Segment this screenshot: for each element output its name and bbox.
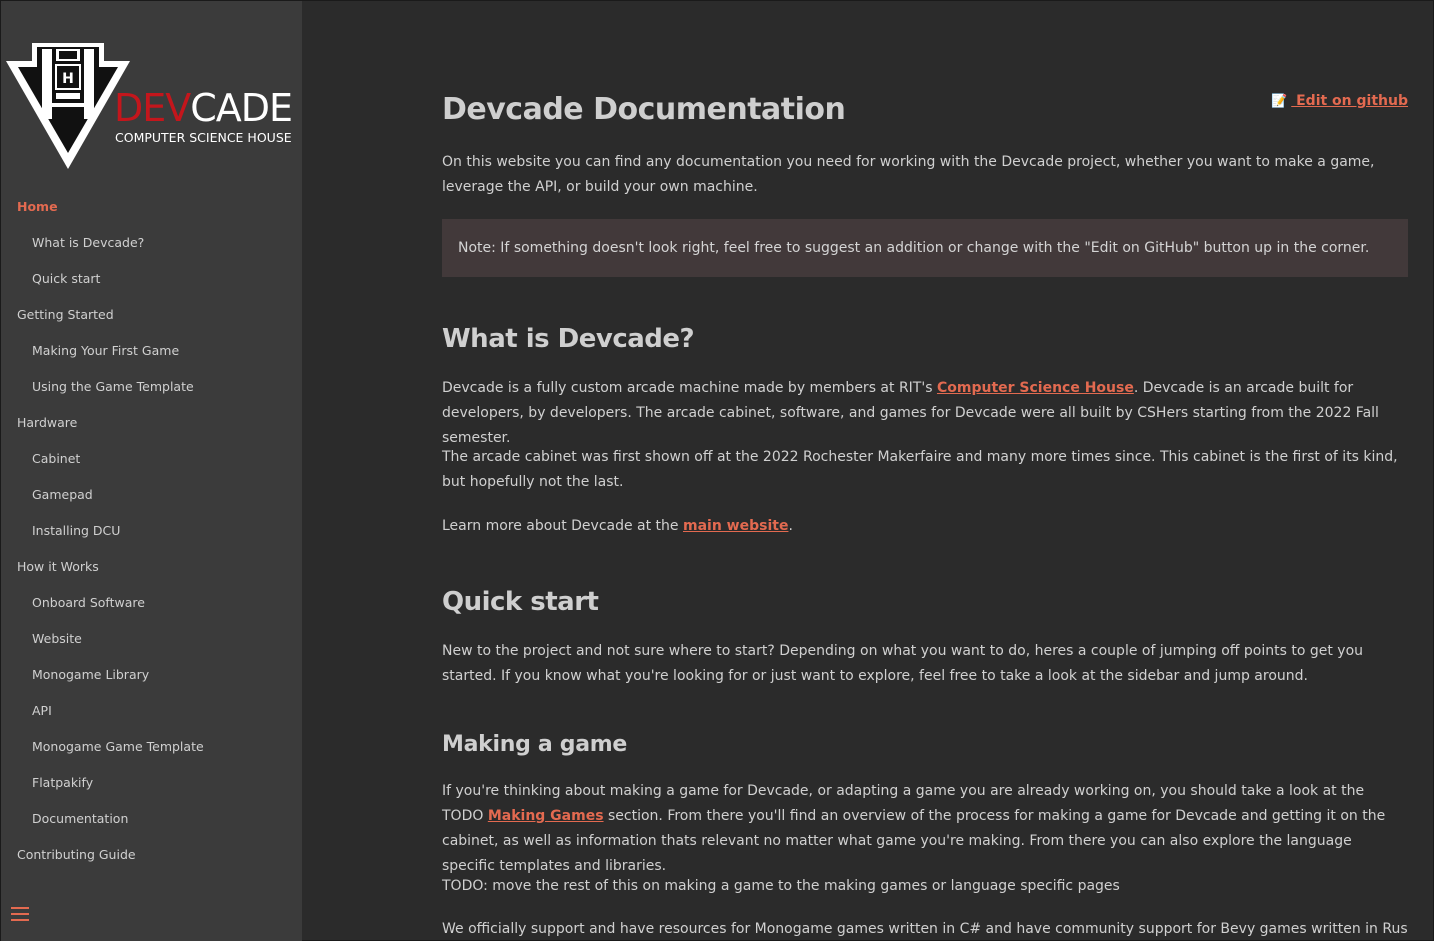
pencil-memo-icon: 📝 xyxy=(1271,94,1288,109)
sidebar-item-documentation[interactable]: Documentation xyxy=(1,801,302,837)
making-game-paragraph-1: If you're thinking about making a game f… xyxy=(442,783,1386,874)
sidebar-item-using-the-game-template[interactable]: Using the Game Template xyxy=(1,369,302,405)
sidebar-item-how-it-works[interactable]: How it Works xyxy=(1,549,302,585)
sidebar-item-installing-dcu[interactable]: Installing DCU xyxy=(1,513,302,549)
what-is-paragraph-3: Learn more about Devcade at the main web… xyxy=(442,518,793,534)
emblem-letter: H xyxy=(62,71,74,87)
devcade-logo[interactable]: H DEVCADE COMPUTER SCIENCE HOUSE xyxy=(4,41,299,173)
sidebar-item-making-your-first-game[interactable]: Making Your First Game xyxy=(1,333,302,369)
sidebar-item-home[interactable]: Home xyxy=(1,189,302,225)
hamburger-icon[interactable] xyxy=(11,906,29,922)
heading-quick-start: Quick start xyxy=(442,587,599,617)
what-is-paragraph-2: The arcade cabinet was first shown off a… xyxy=(442,449,1398,490)
computer-science-house-link[interactable]: Computer Science House xyxy=(937,380,1134,396)
sidebar-item-cabinet[interactable]: Cabinet xyxy=(1,441,302,477)
making-game-paragraph-2: TODO: move the rest of this on making a … xyxy=(442,878,1120,894)
heading-what-is-devcade: What is Devcade? xyxy=(442,324,695,354)
sidebar-item-flatpakify[interactable]: Flatpakify xyxy=(1,765,302,801)
sidebar: H DEVCADE COMPUTER SCIENCE HOUSE Home Wha… xyxy=(1,1,302,941)
sidebar-item-monogame-library[interactable]: Monogame Library xyxy=(1,657,302,693)
sidebar-item-website[interactable]: Website xyxy=(1,621,302,657)
making-games-link[interactable]: Making Games xyxy=(488,808,604,824)
sidebar-item-onboard-software[interactable]: Onboard Software xyxy=(1,585,302,621)
quick-start-paragraph: New to the project and not sure where to… xyxy=(442,643,1364,684)
sidebar-item-contributing-guide[interactable]: Contributing Guide xyxy=(1,837,302,873)
sidebar-item-quick-start[interactable]: Quick start xyxy=(1,261,302,297)
main-website-link[interactable]: main website xyxy=(683,518,788,534)
page-title: Devcade Documentation xyxy=(442,92,846,127)
sidebar-item-monogame-game-template[interactable]: Monogame Game Template xyxy=(1,729,302,765)
edit-on-github-link[interactable]: 📝 Edit on github xyxy=(1271,93,1408,109)
sidebar-item-gamepad[interactable]: Gamepad xyxy=(1,477,302,513)
main-content: 📝 Edit on github Devcade Documentation O… xyxy=(442,0,1408,941)
intro-paragraph: On this website you can find any documen… xyxy=(442,154,1375,195)
making-game-paragraph-3: We officially support and have resources… xyxy=(442,921,1408,937)
sidebar-item-getting-started[interactable]: Getting Started xyxy=(1,297,302,333)
sidebar-item-hardware[interactable]: Hardware xyxy=(1,405,302,441)
what-is-paragraph-1: Devcade is a fully custom arcade machine… xyxy=(442,380,1379,446)
logo-subtitle: COMPUTER SCIENCE HOUSE xyxy=(115,130,292,145)
sidebar-item-what-is-devcade[interactable]: What is Devcade? xyxy=(1,225,302,261)
sidebar-item-api[interactable]: API xyxy=(1,693,302,729)
sidebar-nav: Home What is Devcade? Quick start Getting S… xyxy=(1,189,302,873)
note-callout: Note: If something doesn't look right, f… xyxy=(442,219,1408,277)
heading-making-a-game: Making a game xyxy=(442,732,628,757)
logo-title: DEVCADE xyxy=(114,86,293,130)
